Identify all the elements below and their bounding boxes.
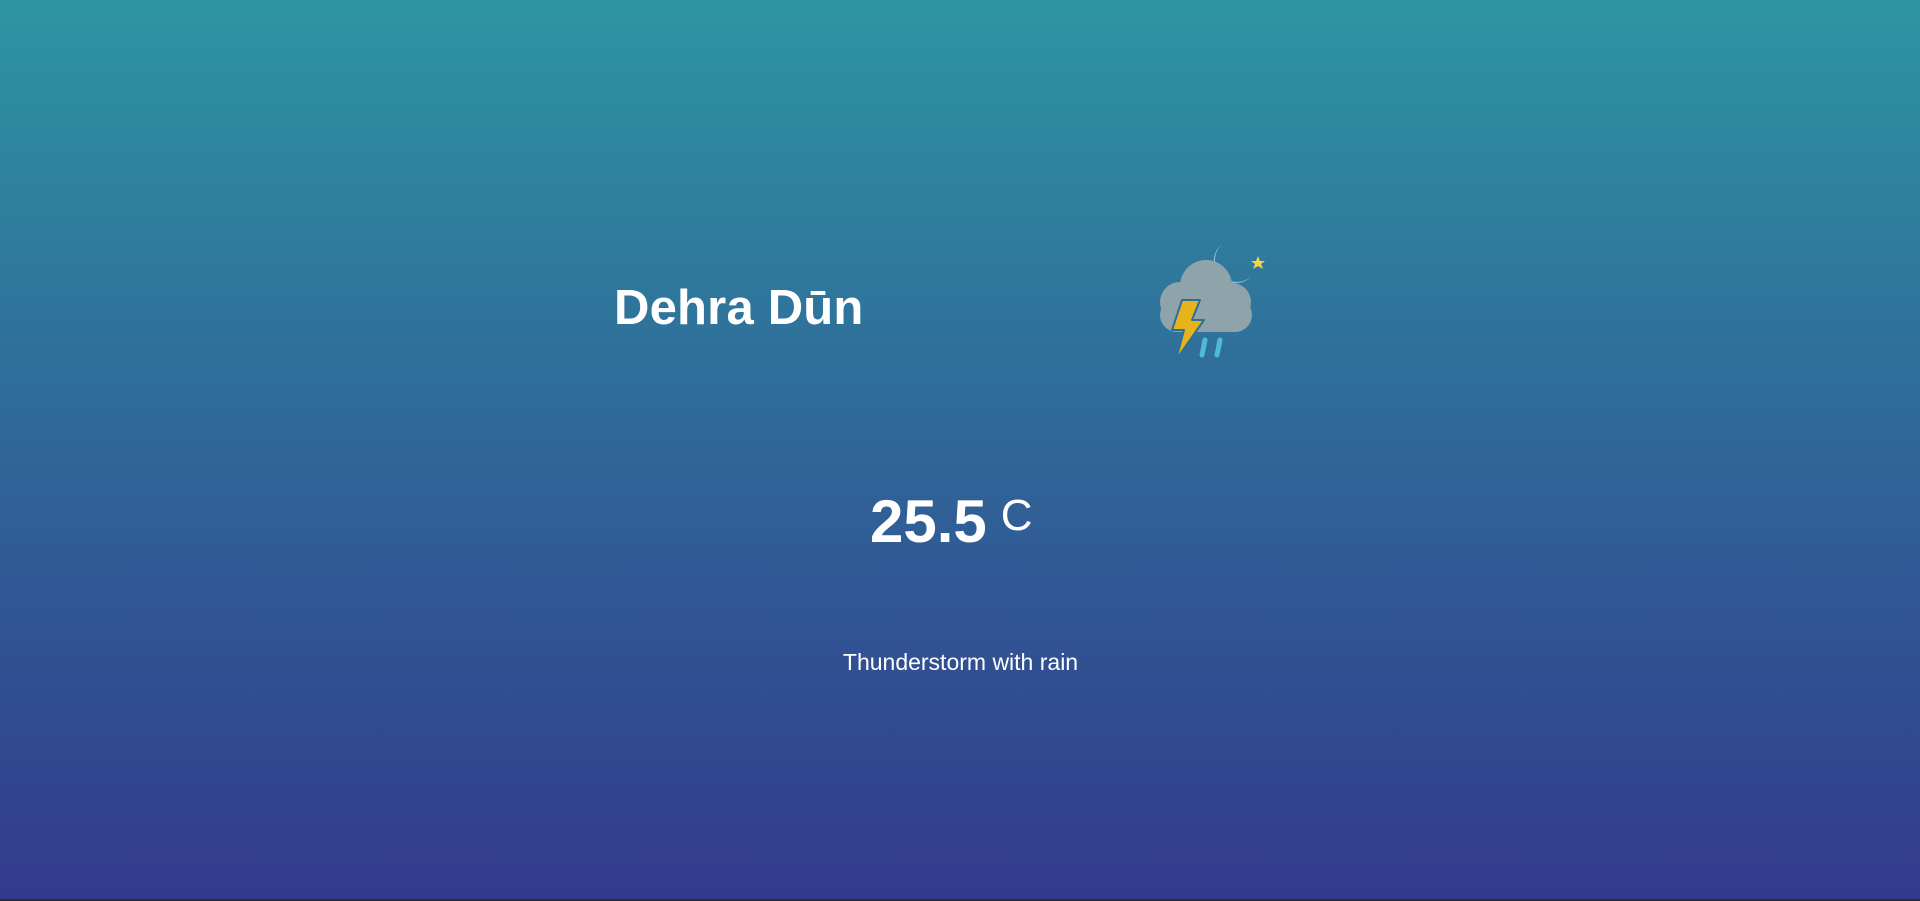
temperature-value: 25.5	[870, 488, 987, 555]
temperature-unit: C	[1000, 491, 1033, 540]
city-name: Dehra Dūn	[614, 281, 864, 335]
temperature-display: 25.5 C	[870, 492, 1033, 552]
weather-description: Thunderstorm with rain	[842, 649, 1079, 675]
weather-app: Dehra Dūn 25.5 C Thunderstorm with rain	[0, 0, 1920, 899]
thunderstorm-night-icon	[1140, 236, 1280, 368]
weather-description-row: Thunderstorm with rain	[0, 649, 1920, 676]
